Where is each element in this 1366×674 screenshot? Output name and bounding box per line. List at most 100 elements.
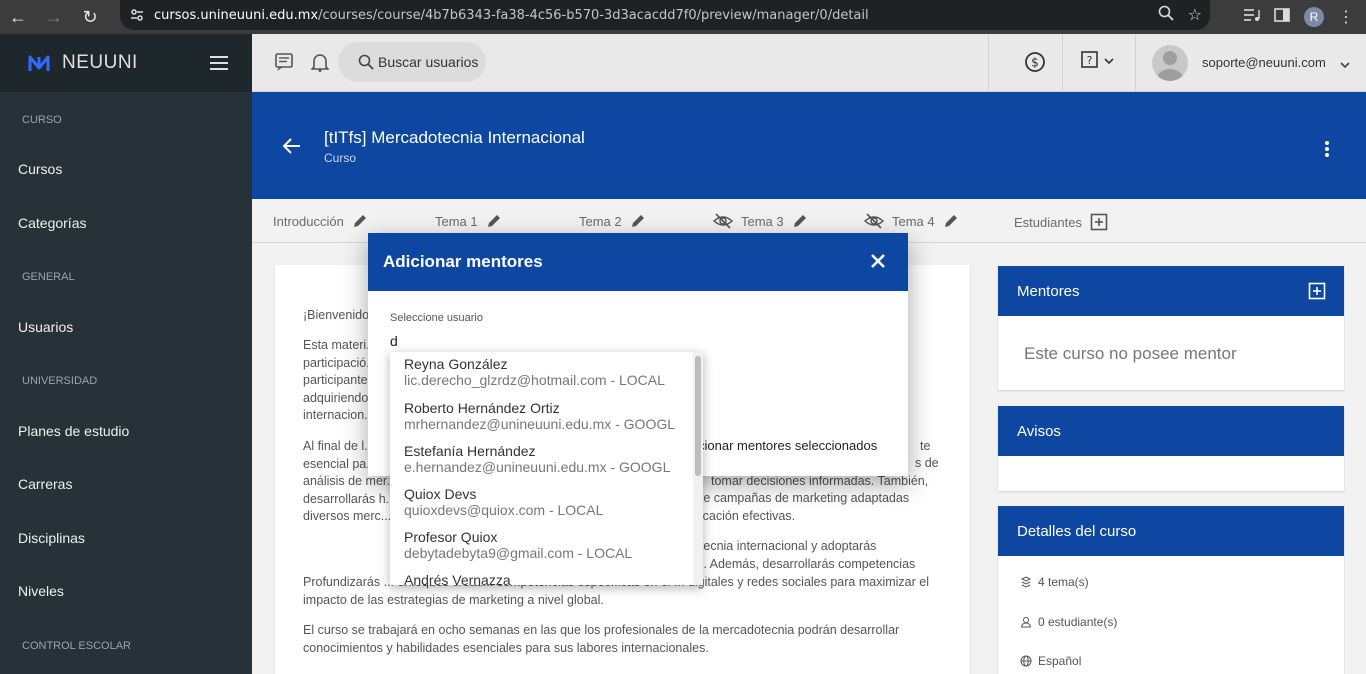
sidebar: NEUUNI CURSO Cursos Categorías GENERAL U… [0,34,252,674]
sidebar-item-niveles[interactable]: Niveles [18,583,64,599]
tab-label: Tema 4 [892,213,935,229]
paragraph-4: El curso se trabajará en ocho semanas en… [303,623,900,655]
app-topbar: Buscar usuarios $ ? soporte@neuuni.com [252,34,1366,92]
chat-icon[interactable] [274,52,294,77]
list-item[interactable]: Reyna González lic.derecho_glzrdz@hotmai… [404,356,684,388]
add-mentor-icon[interactable] [1308,282,1326,300]
url-text: cursos.unineuuni.edu.mx/courses/course/4… [154,7,869,23]
eye-off-icon[interactable] [713,213,733,229]
announcements-title: Avisos [1017,422,1061,440]
add-selected-mentors-button[interactable]: cionar mentores seleccionados [698,438,877,453]
media-icon[interactable] [1244,8,1260,27]
tab-tema-4[interactable]: Tema 4 [864,213,959,229]
mentors-card-header: Mentores [998,266,1344,316]
site-info-icon[interactable] [120,8,154,22]
tab-tema-2[interactable]: Tema 2 [579,213,646,229]
person-icon [1020,617,1032,628]
students-count-row: 0 estudiante(s) [1020,615,1117,629]
list-item[interactable]: Quiox Devs quioxdevs@quiox.com - LOCAL [404,486,684,518]
search-users-label: Buscar usuarios [378,54,479,70]
back-arrow-icon[interactable] [282,137,302,160]
topics-count: 4 tema(s) [1038,575,1089,589]
add-box-icon[interactable] [1090,213,1108,231]
course-details-header: Detalles del curso [998,506,1344,556]
dropdown-scrollbar[interactable] [693,352,703,585]
course-language: Español [1038,654,1082,668]
section-curso: CURSO [22,114,62,126]
mentors-title: Mentores [1017,282,1080,300]
search-icon [358,54,374,70]
tab-label: Introducción [273,213,344,229]
topics-count-row: 4 tema(s) [1020,575,1089,589]
tab-label: Tema 2 [579,213,622,229]
tab-tema-3[interactable]: Tema 3 [713,213,808,229]
tab-introduccion[interactable]: Introducción [273,213,368,229]
user-autocomplete-list: Reyna González lic.derecho_glzrdz@hotmai… [390,352,703,585]
close-icon[interactable] [870,253,886,269]
scrollbar-thumb[interactable] [695,356,701,476]
edit-pencil-icon[interactable] [630,213,646,229]
bookmark-star-icon[interactable]: ☆ [1188,5,1202,25]
sidebar-item-disciplinas[interactable]: Disciplinas [18,530,85,546]
chevron-down-icon[interactable] [1340,56,1350,74]
back-icon[interactable]: ← [0,0,36,34]
mentors-card: Mentores Este curso no posee mentor [998,266,1344,390]
logo-text: NEUUNI [62,52,138,73]
list-item[interactable]: Roberto Hernández Ortiz mrhernandez@unin… [404,400,684,432]
course-subtitle: Curso [324,151,357,165]
browser-actions: R ⋮ [1244,0,1366,34]
sidebar-item-carreras[interactable]: Carreras [18,476,72,492]
sidebar-item-usuarios[interactable]: Usuarios [18,319,73,335]
address-bar[interactable]: cursos.unineuuni.edu.mx/courses/course/4… [120,0,1210,30]
dialog-header: Adicionar mentores [368,233,908,291]
section-universidad: UNIVERSIDAD [22,375,98,387]
tab-estudiantes[interactable]: Estudiantes [1014,213,1108,231]
list-item[interactable]: Andrés Vernazza [404,572,684,585]
tab-tema-1[interactable]: Tema 1 [435,213,502,229]
students-count: 0 estudiante(s) [1038,615,1118,629]
edit-pencil-icon[interactable] [943,213,959,229]
edit-pencil-icon[interactable] [352,213,368,229]
eye-off-icon[interactable] [864,213,884,229]
menu-toggle-icon[interactable] [210,56,228,74]
side-panel-icon[interactable] [1274,7,1290,27]
section-general: GENERAL [22,271,75,283]
paragraph-2-right-a: te [920,439,931,453]
announcements-card-header: Avisos [998,406,1344,456]
announcements-card: Avisos [998,406,1344,491]
sidebar-header: NEUUNI [0,34,252,92]
course-title: [tITfs] Mercadotecnia Internacional [324,128,585,147]
browser-profile-avatar[interactable]: R [1304,7,1324,27]
zoom-icon[interactable] [1158,5,1174,26]
reload-icon[interactable]: ↻ [72,0,108,34]
help-icon[interactable]: ? [1080,50,1116,77]
list-item[interactable]: Estefanía Hernández e.hernandez@unineuun… [404,443,684,475]
svg-text:$: $ [1031,56,1039,70]
course-header: [tITfs] Mercadotecnia Internacional Curs… [252,92,1366,199]
course-details-card: Detalles del curso 4 tema(s) 0 estudiant… [998,506,1344,674]
dialog-title: Adicionar mentores [383,252,543,271]
notifications-bell-icon[interactable] [310,52,330,77]
browser-menu-icon[interactable]: ⋮ [1338,7,1354,27]
sidebar-item-cursos[interactable]: Cursos [18,161,62,177]
sidebar-item-categorias[interactable]: Categorías [18,215,86,231]
select-user-label: Seleccione usuario [390,312,483,324]
tab-label: Estudiantes [1014,214,1082,230]
paragraph-2-right-d: a de campañas de marketing adaptadas [686,491,910,505]
sidebar-item-planes[interactable]: Planes de estudio [18,423,129,439]
user-avatar[interactable] [1152,45,1188,81]
paragraph-2-right-b: s de [915,456,939,470]
user-email[interactable]: soporte@neuuni.com [1202,55,1326,70]
forward-icon[interactable]: → [36,0,72,34]
edit-pencil-icon[interactable] [486,213,502,229]
tab-label: Tema 3 [741,213,784,229]
list-item[interactable]: Profesor Quiox debytadebyta9@gmail.com -… [404,529,684,561]
edit-pencil-icon[interactable] [792,213,808,229]
topics-icon [1020,576,1032,588]
more-options-icon[interactable] [1324,140,1330,163]
svg-text:?: ? [1087,54,1093,67]
neuuni-logo-icon [28,55,50,71]
payments-icon[interactable]: $ [1024,51,1046,78]
select-user-input[interactable] [390,329,703,353]
search-users-button[interactable]: Buscar usuarios [338,42,486,82]
